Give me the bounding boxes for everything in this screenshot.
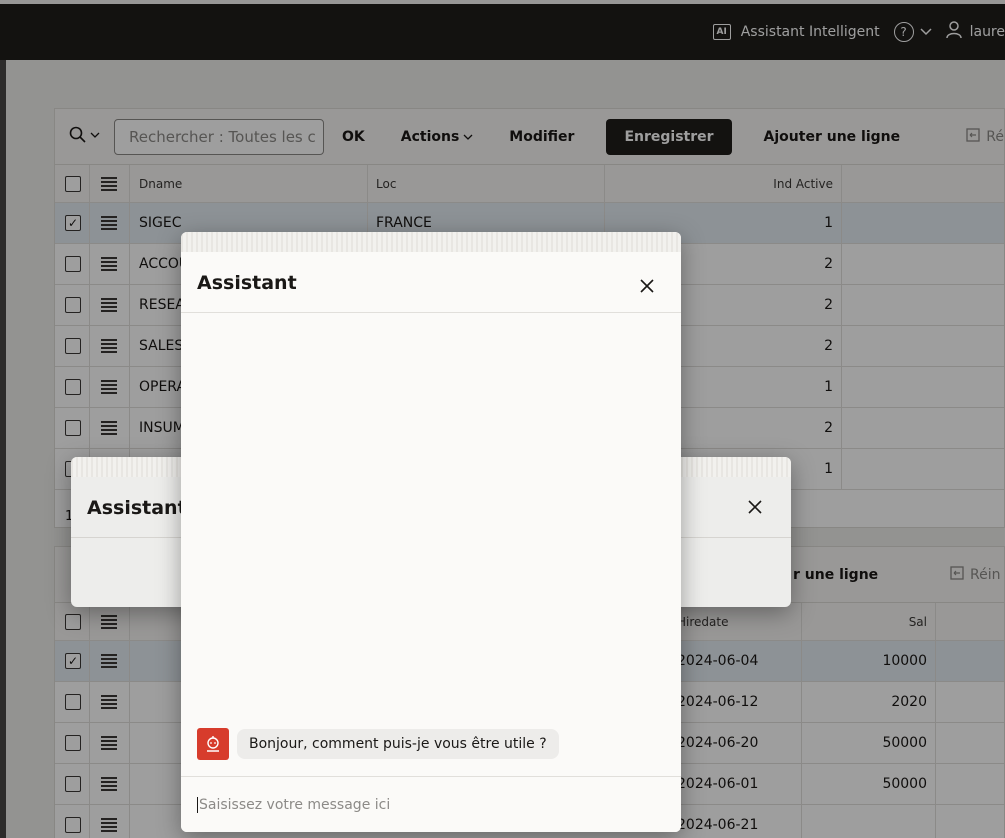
chat-input-placeholder: Saisissez votre message ici — [199, 796, 391, 813]
dialog-title: Assistant — [197, 272, 297, 294]
dialog-header-texture — [181, 232, 681, 252]
bot-icon — [197, 728, 229, 760]
close-icon[interactable] — [747, 495, 763, 519]
chat-bubble: Bonjour, comment puis-je vous être utile… — [237, 729, 559, 759]
dialog-title: Assistant — [87, 497, 187, 519]
chat-message: Bonjour, comment puis-je vous être utile… — [197, 728, 559, 760]
assistant-dialog: Assistant Bonjour, comment puis-je vous … — [181, 232, 681, 832]
chat-message-input[interactable]: Saisissez votre message ici — [181, 776, 681, 832]
text-cursor — [197, 796, 198, 813]
close-icon[interactable] — [639, 274, 655, 298]
dialog-divider — [181, 312, 681, 313]
